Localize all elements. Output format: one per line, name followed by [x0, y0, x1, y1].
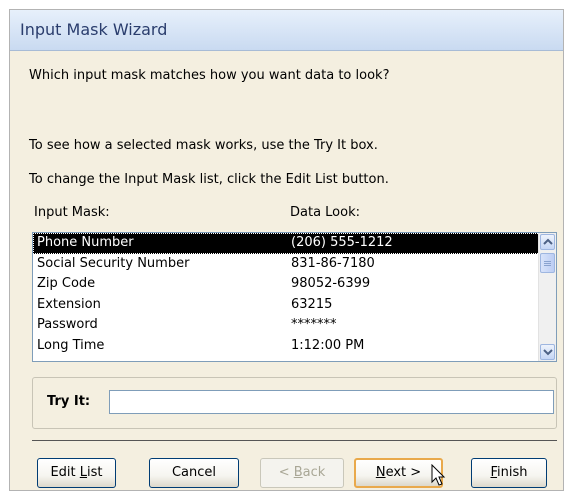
- list-item[interactable]: Extension 63215: [33, 295, 556, 316]
- back-button[interactable]: < Back: [260, 458, 344, 488]
- try-hint-text: To see how a selected mask works, use th…: [29, 138, 378, 153]
- list-item-look: *******: [291, 317, 337, 332]
- scroll-up-button[interactable]: [540, 234, 555, 250]
- window-title: Input Mask Wizard: [20, 20, 168, 39]
- list-item[interactable]: Long Time 1:12:00 PM: [33, 336, 556, 357]
- list-item-look: 98052-6399: [291, 276, 371, 291]
- list-item-look: 831-86-7180: [291, 255, 375, 271]
- mouse-pointer-icon: [431, 464, 446, 486]
- list-item-mask: Extension: [37, 296, 101, 312]
- input-mask-column-header: Input Mask:: [34, 205, 110, 220]
- try-it-label: Try It:: [47, 394, 91, 409]
- list-item-mask: Password: [37, 317, 98, 332]
- divider: [32, 440, 557, 441]
- list-item[interactable]: Zip Code 98052-6399: [33, 274, 556, 295]
- title-bar[interactable]: Input Mask Wizard: [10, 10, 563, 51]
- list-item-mask: Phone Number: [37, 235, 134, 250]
- scroll-thumb[interactable]: [540, 253, 555, 273]
- edit-list-button[interactable]: Edit List: [37, 458, 116, 488]
- data-look-column-header: Data Look:: [290, 205, 361, 220]
- next-button[interactable]: Next >: [354, 458, 443, 488]
- try-it-group: Try It:: [32, 377, 557, 429]
- list-item-mask: Long Time: [37, 337, 105, 353]
- input-mask-list[interactable]: Phone Number (206) 555-1212 Social Secur…: [32, 232, 557, 362]
- edit-hint-text: To change the Input Mask list, click the…: [29, 172, 389, 187]
- list-item[interactable]: Phone Number (206) 555-1212: [33, 233, 556, 254]
- list-item[interactable]: Social Security Number 831-86-7180: [33, 254, 556, 275]
- scroll-down-button[interactable]: [540, 344, 555, 360]
- list-item-mask: Social Security Number: [37, 255, 190, 271]
- list-item-mask: Zip Code: [37, 276, 96, 291]
- try-it-input[interactable]: [109, 390, 554, 414]
- list-item-look: (206) 555-1212: [291, 235, 393, 250]
- chevron-up-icon: [543, 238, 553, 245]
- list-scrollbar[interactable]: [538, 233, 556, 361]
- chevron-down-icon: [543, 349, 553, 356]
- finish-button[interactable]: Finish: [471, 458, 547, 488]
- list-item[interactable]: Password *******: [33, 315, 556, 336]
- input-mask-wizard-window: Input Mask Wizard Which input mask match…: [9, 9, 564, 491]
- cancel-button[interactable]: Cancel: [149, 458, 239, 488]
- question-text: Which input mask matches how you want da…: [29, 68, 390, 83]
- list-item-look: 63215: [291, 296, 333, 312]
- list-item-look: 1:12:00 PM: [291, 337, 365, 353]
